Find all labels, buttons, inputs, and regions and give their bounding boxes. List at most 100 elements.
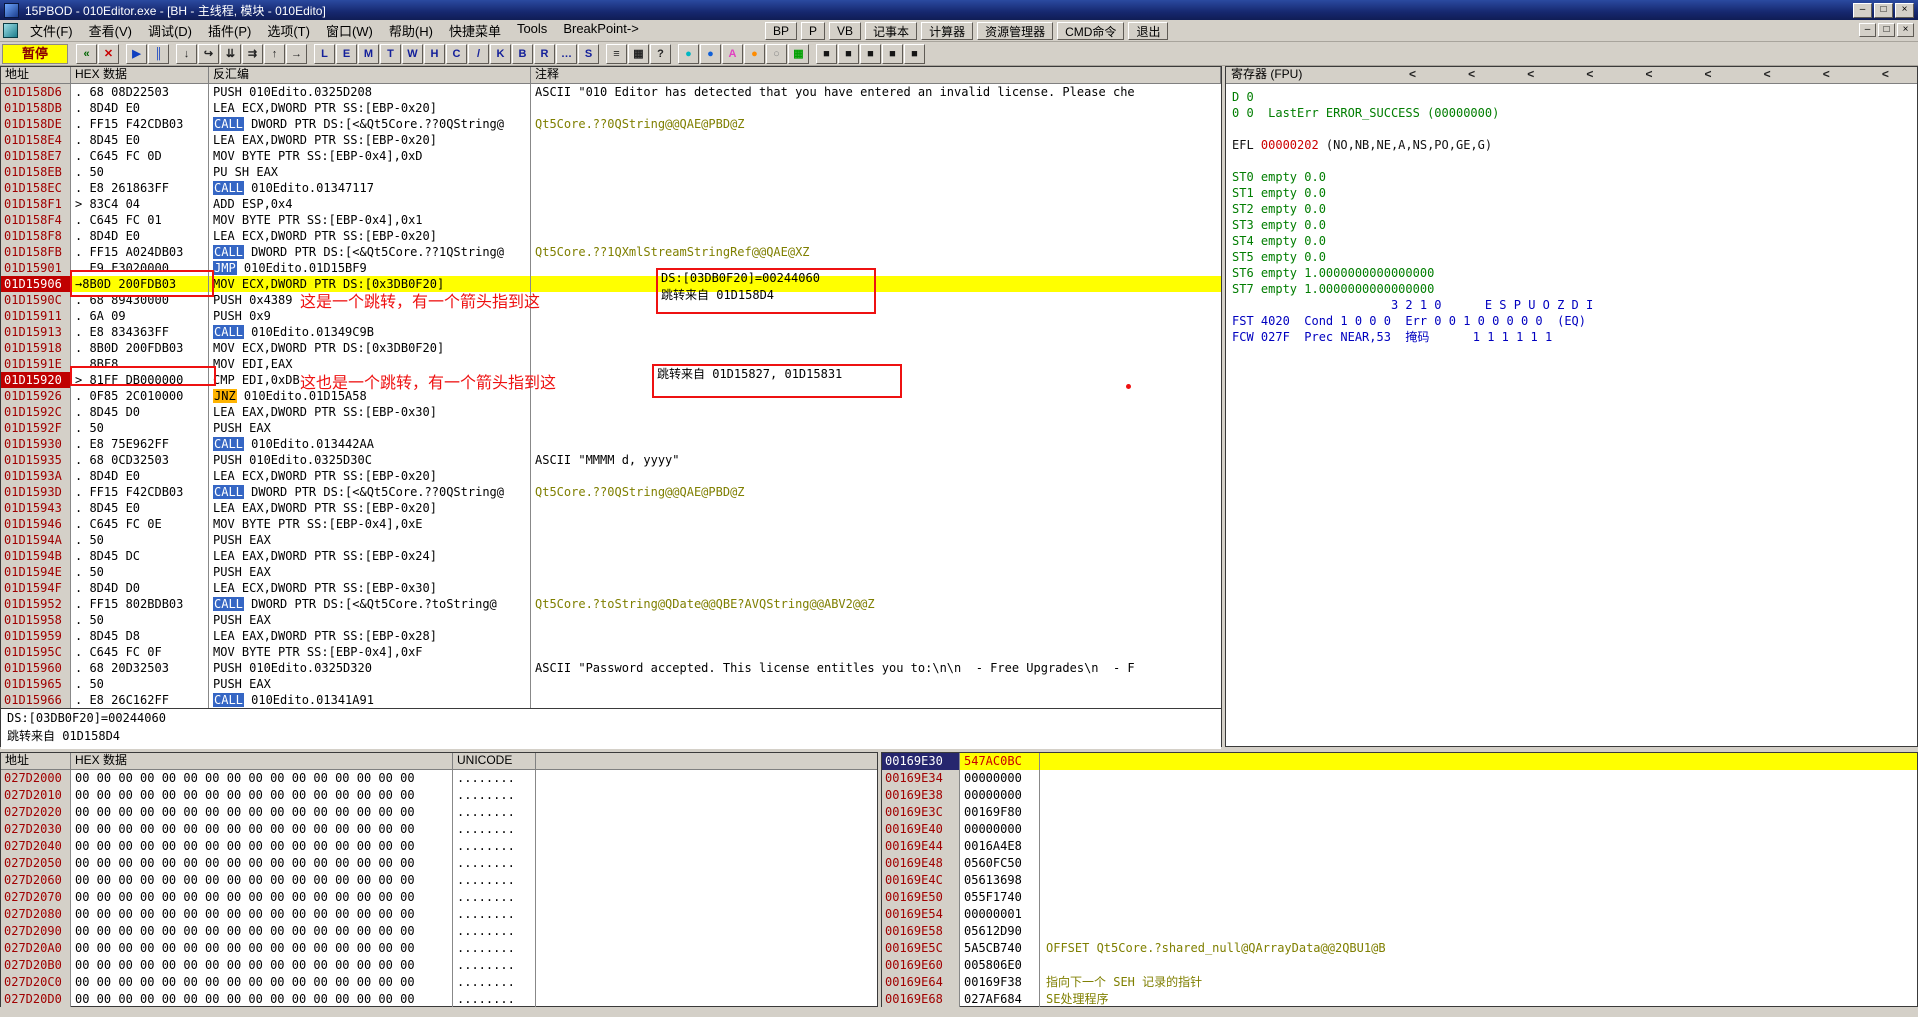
register-line[interactable]: ST4 empty 0.0: [1226, 233, 1917, 249]
menu-item[interactable]: 调试(D): [140, 19, 200, 42]
stack-row[interactable]: 00169E68 027AF684 SE处理程序: [882, 991, 1917, 1008]
source-window-button[interactable]: S: [578, 43, 599, 64]
disasm-row[interactable]: 01D15958. 50 PUSH EAX: [1, 612, 1221, 628]
disasm-row[interactable]: 01D15959. 8D45 D8 LEA EAX,DWORD PTR SS:[E…: [1, 628, 1221, 644]
plugin-slot-2-icon[interactable]: ■: [838, 43, 859, 64]
disasm-row[interactable]: 01D158EB. 50 PU SH EAX: [1, 164, 1221, 180]
minimize-button[interactable]: –: [1853, 2, 1872, 18]
register-line[interactable]: FCW 027F Prec NEAR,53 掩码 1 1 1 1 1 1: [1226, 329, 1917, 345]
modules-window-button[interactable]: E: [336, 43, 357, 64]
orange-plugin-icon[interactable]: ●: [744, 43, 765, 64]
dump-row[interactable]: 027D20B0 00 00 00 00 00 00 00 00 00 00 00…: [1, 957, 877, 974]
disasm-row[interactable]: 01D158EC. E8 261863FF CALL 010Edito.01347…: [1, 180, 1221, 196]
p-button[interactable]: P: [801, 22, 826, 40]
dump-row[interactable]: 027D2090 00 00 00 00 00 00 00 00 00 00 00…: [1, 923, 877, 940]
collapse-chevron-icon[interactable]: <: [1527, 67, 1534, 83]
menu-item[interactable]: 文件(F): [22, 19, 81, 42]
disasm-row[interactable]: 01D15913. E8 834363FF CALL 010Edito.01349…: [1, 324, 1221, 340]
blue-plugin-icon[interactable]: ●: [700, 43, 721, 64]
register-line[interactable]: ST6 empty 1.0000000000000000: [1226, 265, 1917, 281]
disasm-row[interactable]: 01D1594F. 8D4D D0 LEA ECX,DWORD PTR SS:[E…: [1, 580, 1221, 596]
menu-item[interactable]: 查看(V): [81, 19, 140, 42]
close-program-icon[interactable]: ✕: [98, 43, 119, 64]
stack-row[interactable]: 00169E58 05612D90: [882, 923, 1917, 940]
stack-row[interactable]: 00169E40 00000000: [882, 821, 1917, 838]
plugin-slot-5-icon[interactable]: ■: [904, 43, 925, 64]
stack-row[interactable]: 00169E44 0016A4E8: [882, 838, 1917, 855]
disasm-row[interactable]: 01D1594E. 50 PUSH EAX: [1, 564, 1221, 580]
dump-row[interactable]: 027D20D0 00 00 00 00 00 00 00 00 00 00 00…: [1, 991, 877, 1008]
collapse-chevron-icon[interactable]: <: [1409, 67, 1416, 83]
notepad-button[interactable]: 记事本: [865, 22, 918, 40]
register-line[interactable]: D 0: [1226, 89, 1917, 105]
menu-item[interactable]: 帮助(H): [381, 19, 441, 42]
dump-row[interactable]: 027D2030 00 00 00 00 00 00 00 00 00 00 00…: [1, 821, 877, 838]
register-line[interactable]: 3 2 1 0 E S P U O Z D I: [1226, 297, 1917, 313]
disasm-row[interactable]: 01D1592F. 50 PUSH EAX: [1, 420, 1221, 436]
memory-map-icon[interactable]: ▦: [628, 43, 649, 64]
child-minimize-button[interactable]: –: [1859, 23, 1876, 37]
disasm-row[interactable]: 01D15935. 68 0CD32503 PUSH 010Edito.0325D…: [1, 452, 1221, 468]
stack-row[interactable]: 00169E64 00169F38 指向下一个 SEH 记录的指针: [882, 974, 1917, 991]
disasm-row[interactable]: 01D1593D. FF15 F42CDB03 CALL DWORD PTR DS…: [1, 484, 1221, 500]
until-return-icon[interactable]: ↑: [264, 43, 285, 64]
collapse-chevron-icon[interactable]: <: [1586, 67, 1593, 83]
plugin-slot-1-icon[interactable]: ■: [816, 43, 837, 64]
register-line[interactable]: FST 4020 Cond 1 0 0 0 Err 0 0 1 0 0 0 0 …: [1226, 313, 1917, 329]
runtrace-window-button[interactable]: …: [556, 43, 577, 64]
stack-row[interactable]: 00169E54 00000001: [882, 906, 1917, 923]
disasm-row[interactable]: 01D158E7. C645 FC 0D MOV BYTE PTR SS:[EBP…: [1, 148, 1221, 164]
child-restore-button[interactable]: □: [1878, 23, 1895, 37]
collapse-chevron-icon[interactable]: <: [1468, 67, 1475, 83]
disasm-row[interactable]: 01D158F4. C645 FC 01 MOV BYTE PTR SS:[EBP…: [1, 212, 1221, 228]
disasm-row[interactable]: 01D158E4. 8D45 E0 LEA EAX,DWORD PTR SS:[E…: [1, 132, 1221, 148]
maximize-button[interactable]: □: [1874, 2, 1893, 18]
dump-row[interactable]: 027D2070 00 00 00 00 00 00 00 00 00 00 00…: [1, 889, 877, 906]
register-line[interactable]: ST1 empty 0.0: [1226, 185, 1917, 201]
menu-item[interactable]: 快捷菜单: [441, 19, 509, 42]
goto-icon[interactable]: →: [286, 43, 307, 64]
references-window-button[interactable]: R: [534, 43, 555, 64]
dump-row[interactable]: 027D20A0 00 00 00 00 00 00 00 00 00 00 00…: [1, 940, 877, 957]
disasm-row[interactable]: 01D15946. C645 FC 0E MOV BYTE PTR SS:[EBP…: [1, 516, 1221, 532]
disasm-row[interactable]: 01D15911. 6A 09 PUSH 0x9: [1, 308, 1221, 324]
stack-row[interactable]: 00169E5C 5A5CB740 OFFSET Qt5Core.?shared_n…: [882, 940, 1917, 957]
disasm-row[interactable]: 01D158DB. 8D4D E0 LEA ECX,DWORD PTR SS:[E…: [1, 100, 1221, 116]
pink-plugin-icon[interactable]: A: [722, 43, 743, 64]
disasm-row[interactable]: 01D15926. 0F85 2C010000 JNZ 010Edito.01D1…: [1, 388, 1221, 404]
step-into-icon[interactable]: ↓: [176, 43, 197, 64]
exit-button[interactable]: 退出: [1128, 22, 1169, 40]
animate-over-icon[interactable]: ⇉: [242, 43, 263, 64]
disasm-row[interactable]: 01D1594B. 8D45 DC LEA EAX,DWORD PTR SS:[E…: [1, 548, 1221, 564]
register-line[interactable]: [1226, 121, 1917, 137]
disasm-row[interactable]: 01D15952. FF15 802BDB03 CALL DWORD PTR DS…: [1, 596, 1221, 612]
dump-row[interactable]: 027D2080 00 00 00 00 00 00 00 00 00 00 00…: [1, 906, 877, 923]
help-icon[interactable]: ?: [650, 43, 671, 64]
pause-icon[interactable]: ║: [148, 43, 169, 64]
disasm-row[interactable]: 01D1592C. 8D45 D0 LEA EAX,DWORD PTR SS:[E…: [1, 404, 1221, 420]
register-line[interactable]: ST5 empty 0.0: [1226, 249, 1917, 265]
cyan-plugin-icon[interactable]: ●: [678, 43, 699, 64]
menu-item[interactable]: 窗口(W): [318, 19, 381, 42]
collapse-chevron-icon[interactable]: <: [1882, 67, 1889, 83]
close-button[interactable]: ×: [1895, 2, 1914, 18]
stack-row[interactable]: 00169E3C 00169F80: [882, 804, 1917, 821]
cmd-button[interactable]: CMD命令: [1057, 22, 1125, 40]
stack-row[interactable]: 00169E60 005806E0: [882, 957, 1917, 974]
disasm-row[interactable]: 01D15943. 8D45 E0 LEA EAX,DWORD PTR SS:[E…: [1, 500, 1221, 516]
run-icon[interactable]: ▶: [126, 43, 147, 64]
restart-icon[interactable]: «: [76, 43, 97, 64]
bp-button[interactable]: BP: [765, 22, 798, 40]
stack-row[interactable]: 00169E4C 05613698: [882, 872, 1917, 889]
disasm-row[interactable]: 01D158D6. 68 08D22503 PUSH 010Edito.0325D…: [1, 84, 1221, 100]
disasm-row[interactable]: 01D1595C. C645 FC 0F MOV BYTE PTR SS:[EBP…: [1, 644, 1221, 660]
menu-item[interactable]: BreakPoint->: [555, 19, 647, 42]
explorer-button[interactable]: 资源管理器: [977, 22, 1054, 40]
disasm-row[interactable]: 01D15960. 68 20D32503 PUSH 010Edito.0325D…: [1, 660, 1221, 676]
breakpoints-window-button[interactable]: B: [512, 43, 533, 64]
plugin-slot-3-icon[interactable]: ■: [860, 43, 881, 64]
register-line[interactable]: ST3 empty 0.0: [1226, 217, 1917, 233]
collapse-chevron-icon[interactable]: <: [1705, 67, 1712, 83]
memory-window-button[interactable]: M: [358, 43, 379, 64]
register-line[interactable]: [1226, 153, 1917, 169]
